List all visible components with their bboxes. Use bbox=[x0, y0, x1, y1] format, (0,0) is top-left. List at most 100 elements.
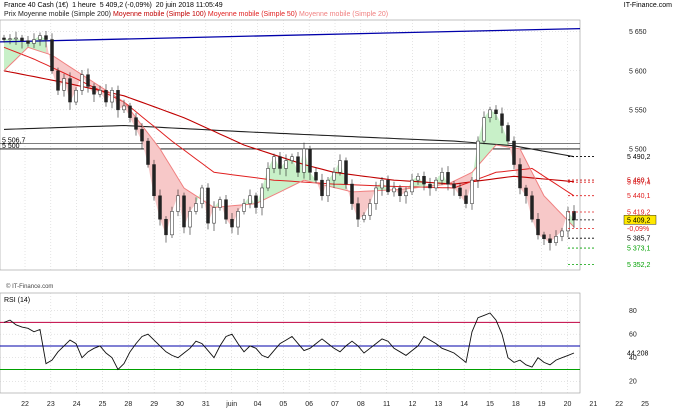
candle-body bbox=[428, 183, 432, 189]
x-tick-label: 23 bbox=[47, 401, 55, 408]
x-tick-label: 04 bbox=[254, 401, 262, 408]
x-tick-label: 18 bbox=[512, 401, 520, 408]
candle-body bbox=[188, 211, 192, 228]
candle-body bbox=[314, 172, 318, 181]
x-tick-label: 13 bbox=[434, 401, 442, 408]
brand-label: IT-Finance.com bbox=[623, 2, 672, 9]
candle-body bbox=[500, 113, 504, 126]
level-label: -0,09% bbox=[627, 226, 649, 233]
x-tick-label: 05 bbox=[279, 401, 287, 408]
level-label: 5 440,1 bbox=[627, 193, 650, 200]
candle-body bbox=[446, 172, 450, 185]
candle-body bbox=[56, 70, 60, 91]
level-label: 5 457,4 bbox=[627, 180, 650, 187]
legend-sma200: Moyenne mobile (Simple 200) bbox=[18, 11, 112, 18]
candle-body bbox=[416, 176, 420, 181]
legend-sma50: Moyenne mobile (Simple 50) bbox=[207, 11, 298, 18]
candle-body bbox=[44, 35, 48, 40]
legend-price: Prix bbox=[4, 11, 17, 18]
rsi-series-line bbox=[3, 312, 575, 371]
candle-body bbox=[536, 218, 540, 236]
candle-body bbox=[572, 211, 576, 221]
candle-body bbox=[206, 187, 210, 224]
candle-body bbox=[362, 215, 366, 220]
candle-body bbox=[272, 156, 276, 169]
candle-body bbox=[26, 40, 30, 44]
level-label: 5 409,2 bbox=[627, 217, 650, 224]
candle-body bbox=[80, 74, 84, 91]
candle-body bbox=[32, 39, 36, 44]
rsi-panel-frame bbox=[0, 292, 581, 394]
candle-body bbox=[68, 78, 72, 103]
candle-body bbox=[290, 156, 294, 161]
candle-body bbox=[320, 179, 324, 197]
candle-body bbox=[506, 125, 510, 142]
level-label: 5 373,1 bbox=[627, 246, 650, 253]
candle-body bbox=[488, 109, 492, 118]
candle-body bbox=[98, 90, 102, 95]
candle-body bbox=[452, 183, 456, 189]
candle-body bbox=[92, 86, 96, 95]
x-tick-label: 11 bbox=[383, 401, 390, 408]
candle-body bbox=[482, 117, 486, 142]
x-tick-label: 22 bbox=[615, 401, 623, 408]
x-tick-label: 06 bbox=[305, 401, 313, 408]
candle-body bbox=[224, 199, 228, 220]
candle-body bbox=[260, 187, 264, 208]
candle-body bbox=[524, 187, 528, 197]
x-tick-label: 22 bbox=[21, 401, 29, 408]
candle-body bbox=[542, 234, 546, 239]
candle-body bbox=[8, 38, 12, 40]
candle-body bbox=[368, 203, 372, 216]
candle-body bbox=[248, 195, 252, 204]
candle-body bbox=[398, 187, 402, 197]
candle-body bbox=[458, 187, 462, 197]
candle-body bbox=[380, 179, 384, 189]
trendline bbox=[0, 27, 581, 43]
level-label: 5 352,2 bbox=[627, 262, 650, 269]
candle-body bbox=[182, 195, 186, 228]
y-tick-label: 5 550 bbox=[629, 107, 647, 114]
candle-body bbox=[410, 179, 414, 193]
candle-body bbox=[476, 140, 480, 181]
candle-body bbox=[296, 156, 300, 173]
candle-body bbox=[158, 195, 162, 220]
candle-body bbox=[236, 211, 240, 228]
x-tick-label: 08 bbox=[357, 401, 365, 408]
x-tick-label: 25 bbox=[641, 401, 649, 408]
candle-body bbox=[218, 199, 222, 208]
candle-body bbox=[2, 37, 6, 40]
rsi-panel-grid bbox=[0, 292, 581, 394]
copyright-label: © IT-Finance.com bbox=[6, 284, 54, 290]
candle-body bbox=[194, 203, 198, 212]
candle-body bbox=[518, 164, 522, 189]
legend-sma20: Moyenne mobile (Simple 20) bbox=[298, 11, 389, 18]
x-tick-label: 12 bbox=[409, 401, 417, 408]
candle-body bbox=[554, 236, 558, 243]
candle-body bbox=[110, 90, 114, 103]
candle-body bbox=[128, 105, 132, 118]
rsi-y-tick-label: 60 bbox=[629, 332, 637, 339]
candle-body bbox=[242, 203, 246, 212]
candle-body bbox=[566, 211, 570, 232]
x-tick-label: 07 bbox=[331, 401, 339, 408]
y-tick-label: 5 600 bbox=[629, 68, 647, 75]
rsi-line: 44,208 bbox=[3, 312, 649, 371]
x-tick-label: 30 bbox=[176, 401, 184, 408]
chart-interval: 1 heure bbox=[72, 2, 96, 9]
level-label: 5 385,7 bbox=[627, 236, 650, 243]
x-tick-label: juin bbox=[225, 401, 237, 408]
chart-datetime: 20 juin 2018 11:05:49 bbox=[155, 2, 223, 9]
candle-body bbox=[266, 168, 270, 189]
trendline-segment bbox=[0, 27, 581, 43]
candle-body bbox=[14, 37, 18, 40]
y-tick-label: 5 650 bbox=[629, 29, 647, 36]
x-tick-label: 14 bbox=[460, 401, 468, 408]
candle-body bbox=[530, 195, 534, 220]
candle-body bbox=[170, 211, 174, 236]
candle-body bbox=[20, 37, 24, 41]
candle-body bbox=[326, 179, 330, 197]
price-info: 5 409,2 (-0,09%) bbox=[99, 2, 152, 9]
candle-body bbox=[152, 164, 156, 197]
price-level-markers: 5 506,75 5005 490,25 460,15 457,45 440,1… bbox=[2, 138, 657, 269]
